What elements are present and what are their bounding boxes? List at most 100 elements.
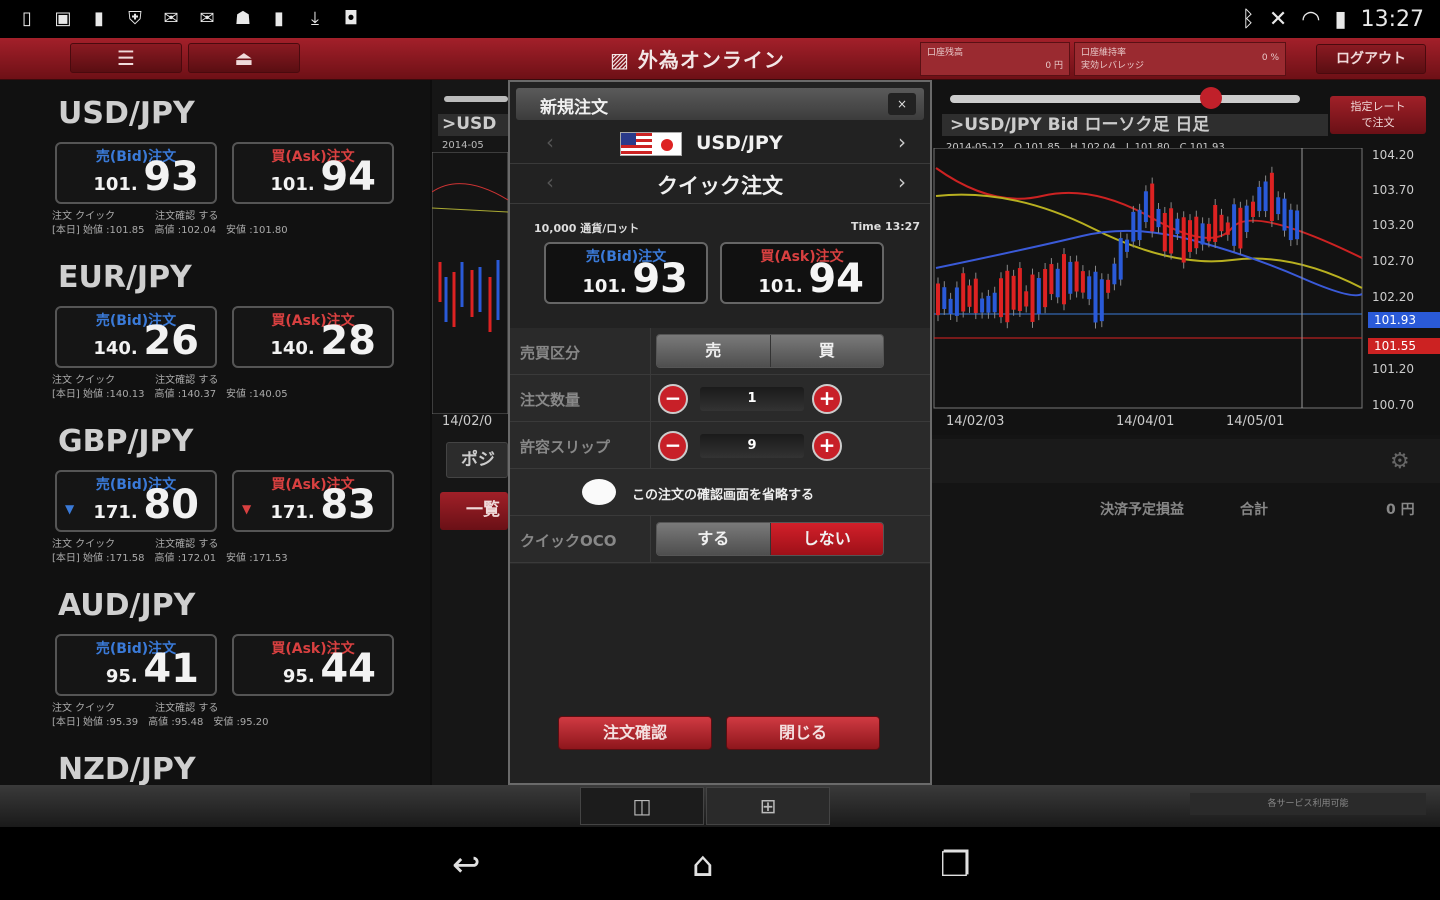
candle: [1213, 205, 1218, 242]
ask-order-button[interactable]: 買(Ask)注文 95. 44: [232, 634, 394, 696]
balance-value: 0 円: [1045, 61, 1063, 71]
layout-single-button[interactable]: ◫: [580, 787, 704, 825]
ask-order-button[interactable]: 買(Ask)注文 ▼ 171. 83: [232, 470, 394, 532]
oco-yes-option[interactable]: する: [657, 523, 770, 555]
balance-info: 口座残高 0 円: [920, 42, 1070, 76]
slippage-minus-icon[interactable]: −: [658, 431, 688, 461]
chart-range-slider[interactable]: [950, 95, 1300, 103]
candle: [980, 298, 985, 313]
logo-text: 外為オンライン: [637, 48, 785, 72]
skip-confirm-checkbox[interactable]: [582, 479, 616, 505]
selected-pair: USD/JPY: [696, 132, 783, 154]
dialog-title: 新規注文: [540, 98, 608, 118]
candle: [1282, 198, 1287, 231]
image-icon: ▣: [54, 8, 72, 29]
mini-chart-title: >USD: [438, 114, 508, 136]
bid-order-button[interactable]: 売(Bid)注文 95. 41: [55, 634, 217, 696]
menu-button[interactable]: ☰: [70, 43, 182, 73]
x-tick: 14/05/01: [1226, 414, 1285, 429]
ask-order-button[interactable]: 買(Ask)注文 140. 28: [232, 306, 394, 368]
new-order-dialog: 新規注文 × ‹ USD/JPY › ‹ クイック注文 › 10,000 通貨/…: [508, 80, 932, 785]
bid-order-button[interactable]: 売(Bid)注文 ▼ 171. 80: [55, 470, 217, 532]
skip-confirm-label: この注文の確認画面を省略する: [632, 488, 815, 503]
order-form: 売買区分 売 買 注文数量 − 1 + 許容スリップ − 9 + この注文の確認…: [510, 328, 930, 564]
oco-toggle[interactable]: する しない: [656, 522, 884, 556]
modal-ask-button[interactable]: 買(Ask)注文 101. 94: [720, 242, 884, 304]
quantity-input[interactable]: 1: [700, 387, 804, 411]
gear-icon[interactable]: ⚙: [1390, 449, 1410, 474]
bid-order-button[interactable]: 売(Bid)注文 101. 93: [55, 142, 217, 204]
pair-name: GBP/JPY: [58, 424, 194, 459]
candle: [1074, 261, 1079, 292]
bid-price: 101. 93: [582, 256, 688, 302]
side-toggle[interactable]: 売 買: [656, 334, 884, 368]
app-header: ☰ ⏏ ▨ 外為オンライン 口座残高 0 円 口座維持率 実効レバレッジ 0 %…: [0, 38, 1440, 80]
buy-option[interactable]: 買: [769, 335, 883, 367]
candle: [1269, 172, 1274, 222]
ask-order-button[interactable]: 買(Ask)注文 101. 94: [232, 142, 394, 204]
bluetooth-icon: ᛒ: [1241, 6, 1255, 32]
bid-price-int: 101.: [582, 276, 627, 297]
candle: [954, 287, 959, 316]
candle: [1036, 278, 1041, 315]
ask-price-pips: 94: [320, 154, 376, 200]
ask-price-int: 101.: [270, 174, 315, 195]
x-tick: 14/02/03: [946, 414, 1005, 429]
rate-item-nzdjpy[interactable]: NZD/JPY: [0, 736, 430, 785]
gmail-icon: ✉: [199, 8, 215, 29]
oco-row: クイックOCO する しない: [510, 516, 930, 563]
prev-pair-icon[interactable]: ‹: [546, 130, 554, 154]
quantity-plus-icon[interactable]: +: [812, 384, 842, 414]
close-dialog-button[interactable]: 閉じる: [726, 716, 880, 750]
candle: [1263, 181, 1268, 212]
ask-price: 101. 94: [758, 256, 864, 302]
candle: [1093, 271, 1098, 323]
next-pair-icon[interactable]: ›: [898, 130, 906, 154]
list-button[interactable]: 一覧: [440, 492, 508, 530]
download-icon: ⤓: [311, 8, 319, 29]
candle: [1194, 216, 1199, 249]
down-arrow-icon: ▼: [65, 502, 75, 516]
confirm-order-button[interactable]: 注文確認: [558, 716, 712, 750]
mini-chart-date: 2014-05: [442, 140, 484, 151]
sell-option[interactable]: 売: [657, 335, 770, 367]
candle: [1219, 214, 1224, 232]
modal-bid-button[interactable]: 売(Bid)注文 101. 93: [544, 242, 708, 304]
candle: [942, 287, 947, 309]
candle: [1181, 217, 1186, 263]
layout-grid-icon: ⊞: [759, 794, 777, 818]
close-icon[interactable]: ×: [888, 93, 916, 115]
candle: [1251, 201, 1255, 217]
ask-price-int: 140.: [270, 338, 315, 359]
pair-name: EUR/JPY: [58, 260, 192, 295]
order-type-selector[interactable]: ‹ クイック注文 ›: [510, 164, 930, 204]
margin-label: 口座維持率: [1081, 48, 1127, 58]
rate-item-usdjpy: USD/JPY 売(Bid)注文 101. 93 買(Ask)注文 101. 9…: [0, 80, 430, 244]
recents-icon[interactable]: ❐: [940, 845, 970, 885]
rate-item-eurjpy: EUR/JPY 売(Bid)注文 140. 26 買(Ask)注文 140. 2…: [0, 244, 430, 408]
next-type-icon[interactable]: ›: [898, 170, 906, 194]
y-tick: 101.20: [1372, 362, 1414, 376]
layout-grid-button[interactable]: ⊞: [706, 787, 830, 825]
bid-order-button[interactable]: 売(Bid)注文 140. 26: [55, 306, 217, 368]
slippage-input[interactable]: 9: [700, 434, 804, 458]
pair-selector[interactable]: ‹ USD/JPY ›: [510, 124, 930, 164]
rate-order-button[interactable]: 指定レート で注文: [1330, 96, 1426, 134]
quantity-minus-icon[interactable]: −: [658, 384, 688, 414]
candle: [1257, 186, 1262, 212]
rate-item-audjpy: AUD/JPY 売(Bid)注文 95. 41 買(Ask)注文 95. 44 …: [0, 572, 430, 736]
logout-button[interactable]: ログアウト: [1316, 44, 1426, 74]
order-settings: 注文 クイック 注文確認 する: [52, 703, 219, 714]
candle: [1295, 210, 1300, 240]
back-icon[interactable]: ↩: [452, 845, 481, 885]
home-nav-icon[interactable]: ⌂: [692, 845, 714, 885]
mini-chart-slider[interactable]: [444, 96, 508, 102]
bid-price-int: 95.: [105, 666, 138, 687]
position-tab[interactable]: ポジ: [446, 442, 508, 478]
home-button[interactable]: ⏏: [188, 43, 300, 73]
bid-price: 95. 41: [106, 646, 199, 692]
pl-column-header: 決済予定損益: [1100, 502, 1184, 518]
slippage-plus-icon[interactable]: +: [812, 431, 842, 461]
oco-no-option[interactable]: しない: [769, 523, 883, 555]
chart-slider-handle[interactable]: [1200, 87, 1222, 109]
